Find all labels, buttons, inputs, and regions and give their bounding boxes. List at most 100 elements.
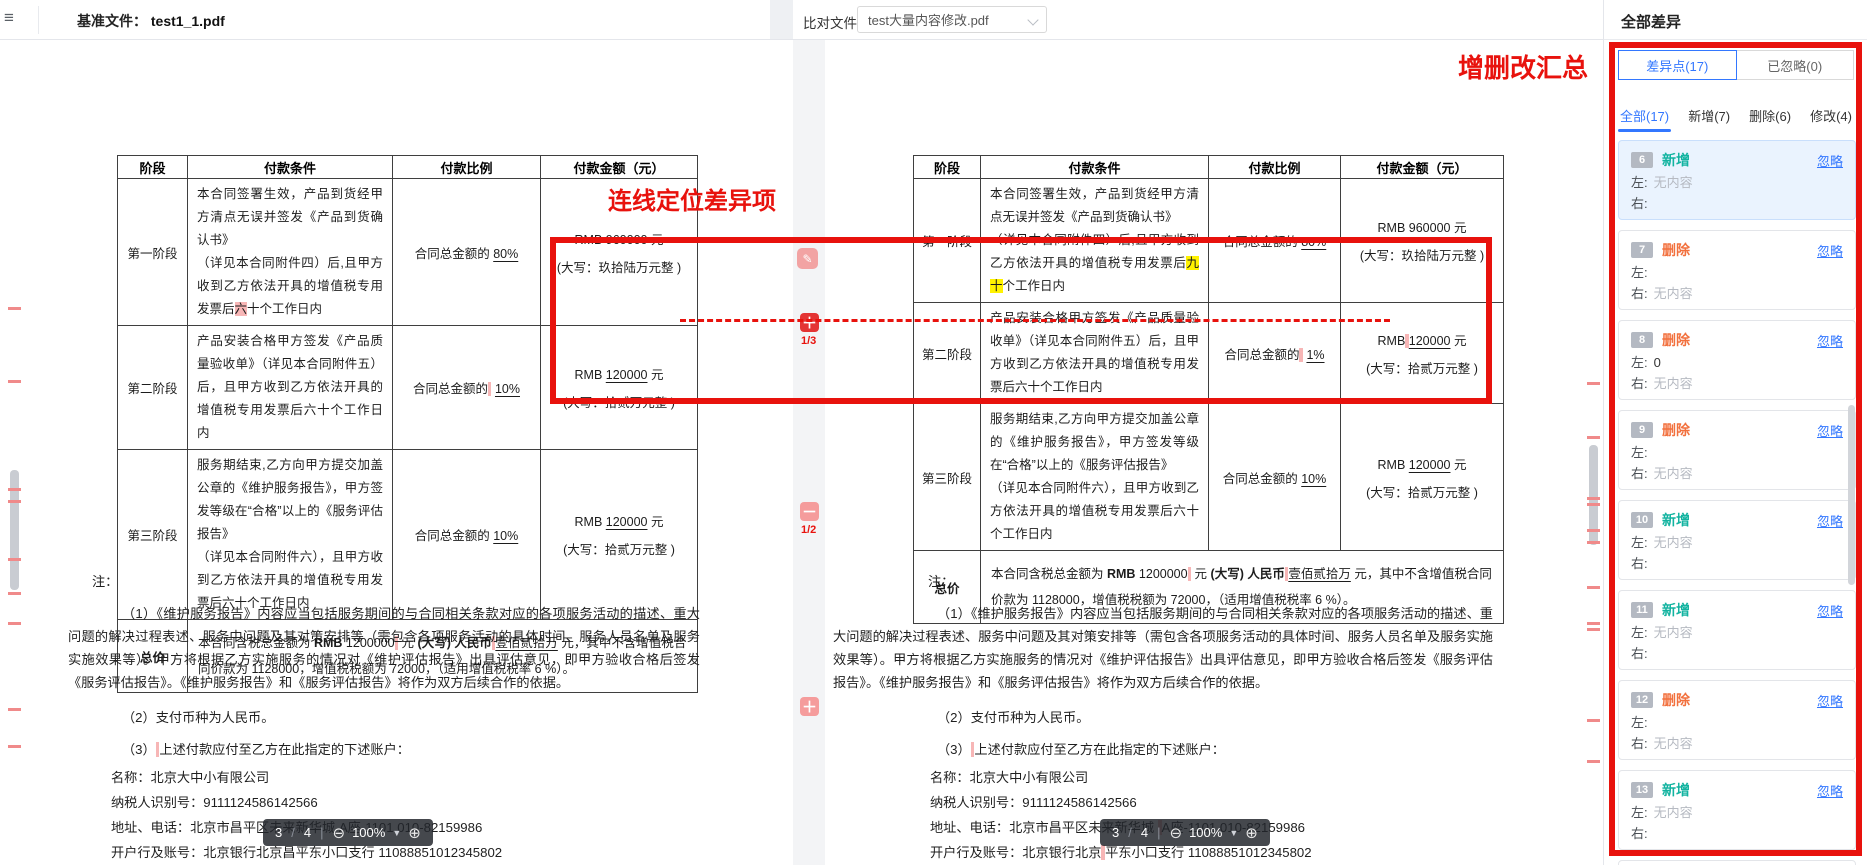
ignore-link[interactable]: 忽略: [1817, 691, 1843, 710]
ignore-link[interactable]: 忽略: [1817, 601, 1843, 620]
account-line: 名称：北京大中小有限公司: [930, 765, 1533, 790]
side-label: 左:: [1631, 805, 1648, 820]
diff-panel-title: 全部差异: [1621, 11, 1681, 32]
page-toolbar-right: 3 / 4 | ⊖ 100% ▼ ⊕: [1100, 819, 1270, 846]
ratio-cell: 合同总金额的 10%: [1209, 404, 1341, 551]
diff-card[interactable]: 6新增忽略左:无内容右:: [1618, 140, 1856, 220]
text-segment: 1%: [1306, 348, 1324, 362]
diff-type-label: 新增: [1662, 510, 1690, 530]
diff-add-marker-icon[interactable]: ＋: [800, 313, 819, 332]
note-paragraph: （2）支付币种为人民币。: [68, 706, 700, 729]
compare-pane-header: 比对文件： test大量内容修改.pdf: [793, 0, 1603, 40]
left-line: 左:无内容: [1631, 624, 1843, 641]
diff-card[interactable]: 14修改忽略左:右:: [1618, 860, 1856, 865]
zoom-dropdown-icon[interactable]: ▼: [392, 828, 401, 838]
tab-differences[interactable]: 差异点(17): [1618, 50, 1737, 80]
diff-filter[interactable]: 删除(6): [1749, 106, 1791, 132]
text-segment: （1）《维护服务报告》内容应当包括服务期间的与合同相关条款对应的各项服务活动的描…: [833, 606, 1493, 690]
ignore-link[interactable]: 忽略: [1817, 331, 1843, 350]
left-diff-scrollbar[interactable]: [8, 45, 21, 860]
text-segment: 纳税人识别号：9111124586142566: [930, 795, 1137, 810]
table-row: 第二阶段产品安装合格甲方签发《产品质量验收单》（详见本合同附件五）后，且甲方收到…: [118, 326, 698, 450]
panel-scrollbar-thumb[interactable]: [1848, 405, 1855, 585]
diff-card[interactable]: 9删除忽略左:右:无内容: [1618, 410, 1856, 490]
header-divider: [38, 6, 39, 34]
left-line: 左:: [1631, 264, 1843, 281]
compare-file-select[interactable]: test大量内容修改.pdf: [857, 6, 1047, 33]
zoom-out-icon[interactable]: ⊖: [332, 824, 345, 842]
diff-filter[interactable]: 全部(17): [1620, 106, 1669, 132]
diff-card[interactable]: 7删除忽略左:右:无内容: [1618, 230, 1856, 310]
zoom-in-icon[interactable]: ⊕: [408, 824, 421, 842]
left-line: 左:0: [1631, 354, 1843, 371]
diff-card[interactable]: 13新增忽略左:无内容右:: [1618, 770, 1856, 850]
diff-add-marker-icon[interactable]: ＋: [800, 697, 819, 716]
text-segment: 开户行及账号：北京银行北京: [930, 845, 1101, 860]
text-segment: （3）: [937, 742, 971, 757]
amount-value: RMB 120000 元: [542, 364, 696, 383]
side-label: 左:: [1631, 535, 1648, 550]
diff-number-badge: 13: [1631, 782, 1653, 798]
side-label: 左:: [1631, 355, 1648, 370]
menu-hamburger-icon[interactable]: ≡: [4, 8, 14, 28]
diff-card[interactable]: 10新增忽略左:无内容右:: [1618, 500, 1856, 580]
diff-card[interactable]: 11新增忽略左:无内容右:: [1618, 590, 1856, 670]
side-label: 左:: [1631, 445, 1648, 460]
diff-remove-marker-icon[interactable]: －: [800, 502, 819, 521]
base-file-label-text: 基准文件：: [77, 13, 147, 29]
diff-tick: [8, 708, 21, 711]
diff-value: 无内容: [1654, 805, 1693, 820]
diff-card[interactable]: 8删除忽略左:0右:无内容: [1618, 320, 1856, 400]
table-row: 第一阶段本合同签署生效，产品到货经甲方清点无误并签发《产品到货确认书》（详见本合…: [914, 179, 1504, 303]
ignore-link[interactable]: 忽略: [1817, 241, 1843, 260]
page-current: 3: [1112, 825, 1119, 840]
text-segment: （2）支付币种为人民币。: [122, 710, 274, 725]
side-label: 右:: [1631, 556, 1648, 571]
diff-tick: [8, 558, 21, 561]
right-line: 右:: [1631, 195, 1843, 212]
pdf-compare-app: ≡ 基准文件： test1_1.pdf 比对文件： test大量内容修改.pdf…: [0, 0, 1867, 865]
zoom-in-icon[interactable]: ⊕: [1245, 824, 1258, 842]
text-segment: 服务期结束,乙方向甲方提交加盖公章的《维护服务报告》，甲方签发等级在“合格”以上…: [990, 412, 1199, 472]
amount-value: RMB 120000 元: [1342, 454, 1502, 473]
side-label: 左:: [1631, 625, 1648, 640]
text-segment: 合同总金额的: [415, 529, 493, 543]
text-segment: （3）: [122, 742, 156, 757]
diff-type-label: 删除: [1662, 240, 1690, 260]
text-segment: (大写：拾贰万元整 ): [563, 396, 675, 410]
diff-filter[interactable]: 修改(4): [1810, 106, 1852, 132]
chevron-down-icon: [1027, 14, 1038, 25]
text-segment: 上述付款应付至乙方在此指定的下述账户：: [974, 742, 1225, 757]
side-label: 左:: [1631, 175, 1648, 190]
ignore-link[interactable]: 忽略: [1817, 511, 1843, 530]
text-segment: 本合同签署生效，产品到货经甲方清点无误并签发《产品到货确认书》: [197, 187, 383, 247]
ignore-link[interactable]: 忽略: [1817, 781, 1843, 800]
diff-filter[interactable]: 新增(7): [1688, 106, 1730, 132]
diff-position-counter: 1/2: [801, 524, 816, 536]
right-line: 右:无内容: [1631, 285, 1843, 302]
stage-cell: 第二阶段: [118, 326, 188, 450]
right-line: 右:: [1631, 555, 1843, 572]
side-label: 右:: [1631, 646, 1648, 661]
text-segment: 六: [235, 302, 248, 316]
ignore-link[interactable]: 忽略: [1817, 421, 1843, 440]
tab-ignored[interactable]: 已忽略(0): [1737, 50, 1855, 80]
page-current: 3: [275, 825, 282, 840]
condition-cell: 本合同签署生效，产品到货经甲方清点无误并签发《产品到货确认书》（详见本合同附件四…: [188, 179, 393, 326]
text-segment: RMB: [575, 368, 606, 382]
zoom-dropdown-icon[interactable]: ▼: [1229, 828, 1238, 838]
diff-tick: [1587, 497, 1600, 500]
diff-type-label: 新增: [1662, 600, 1690, 620]
ignore-link[interactable]: 忽略: [1817, 151, 1843, 170]
diff-card[interactable]: 12删除忽略左:右:无内容: [1618, 680, 1856, 760]
toolbar-separator: |: [1157, 825, 1160, 840]
amount-cell: RMB 120000 元(大写：拾贰万元整 ): [1341, 404, 1504, 551]
text-segment: 120000: [606, 515, 648, 529]
right-diff-scrollbar[interactable]: [1587, 45, 1600, 860]
amount-cell: RMB 120000 元 (大写：拾贰万元整 ): [541, 326, 698, 450]
text-segment: (大写：玖拾陆万元整 ): [1360, 249, 1484, 263]
zoom-out-icon[interactable]: ⊖: [1169, 824, 1182, 842]
annotate-pen-icon[interactable]: ✎: [797, 248, 818, 269]
amount-value: RMB 960000 元: [1342, 217, 1502, 236]
diff-tick: [1587, 382, 1600, 385]
